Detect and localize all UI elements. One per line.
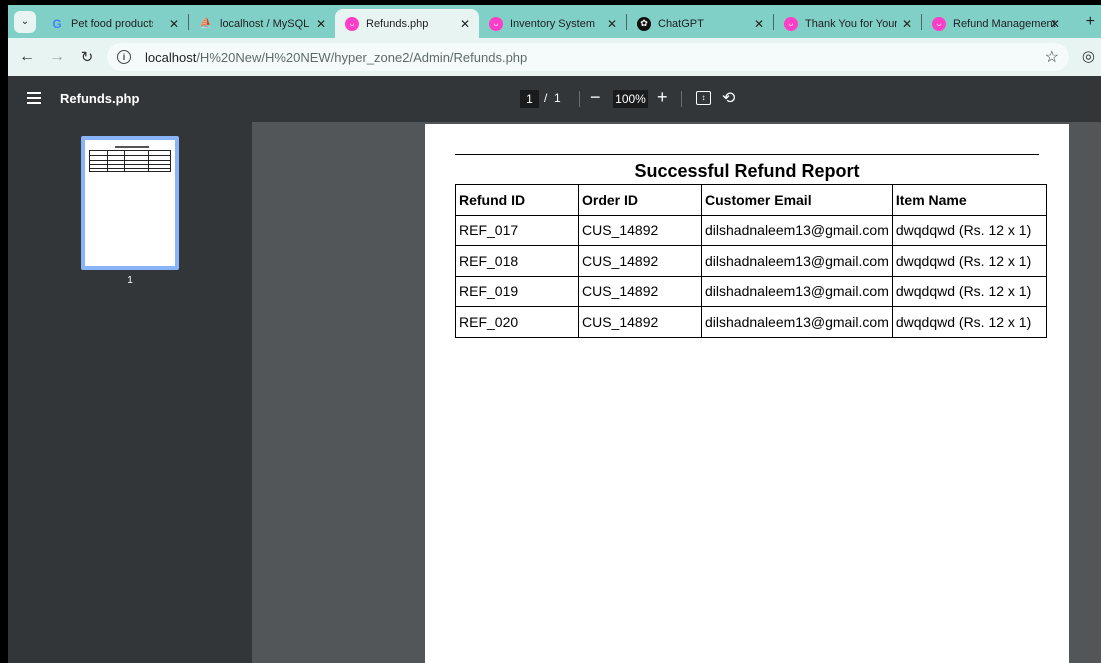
tab-chatgpt[interactable]: ✿ ChatGPT ✕ xyxy=(627,9,773,38)
pdf-file-title: Refunds.php xyxy=(60,91,140,106)
tab-title: Pet food products 4k xyxy=(71,17,153,30)
order-id-cell: CUS_14892 xyxy=(578,245,702,277)
tab-search-button[interactable]: ⌄ xyxy=(14,10,36,33)
tab-title: Thank You for Your C xyxy=(805,17,897,30)
phpmyadmin-icon: ⛵ xyxy=(199,18,213,29)
new-tab-icon[interactable]: + xyxy=(1086,13,1095,31)
refund-id-cell: REF_018 xyxy=(455,245,579,277)
refund-id-cell: REF_017 xyxy=(455,214,579,246)
pdf-toolbar: Refunds.php 1 / 1 − 100% + ↕ ⟲ xyxy=(8,76,1101,122)
close-icon[interactable]: ✕ xyxy=(754,17,764,31)
url-path: /H%20New/H%20NEW/hyper_zone2/Admin/Refun… xyxy=(196,49,528,65)
back-icon[interactable]: ← xyxy=(12,48,42,66)
close-icon[interactable]: ✕ xyxy=(1050,17,1060,31)
thumbnail-table xyxy=(89,150,171,172)
customer-email-cell: dilshadnaleem13@gmail.com xyxy=(701,245,893,277)
page-number-input[interactable]: 1 xyxy=(520,90,539,108)
close-icon[interactable]: ✕ xyxy=(460,17,470,31)
chatgpt-icon: ✿ xyxy=(637,16,651,31)
header-order-id: Order ID xyxy=(578,184,702,216)
site-info-icon[interactable]: i xyxy=(117,50,131,64)
tab-strip: ⌄ G Pet food products 4k ✕ ⛵ localhost /… xyxy=(8,5,1101,38)
bookmark-star-icon[interactable]: ☆ xyxy=(1045,47,1059,67)
tab-inventory[interactable]: ᴗ Inventory System ✕ xyxy=(479,9,626,38)
item-name-cell: dwqdqwd (Rs. 12 x 1) xyxy=(891,245,1047,277)
page-separator: / xyxy=(544,91,548,105)
table-row: REF_017 CUS_14892 dilshadnaleem13@gmail.… xyxy=(455,214,1047,246)
extension-icon[interactable]: ◎ xyxy=(1082,47,1095,65)
customer-email-cell: dilshadnaleem13@gmail.com xyxy=(701,275,893,307)
tab-refund-management[interactable]: ᴗ Refund Management ✕ xyxy=(922,9,1069,38)
pdf-viewer: Successful Refund Report Refund ID Order… xyxy=(252,122,1101,663)
close-icon[interactable]: ✕ xyxy=(316,17,326,31)
forward-icon[interactable]: → xyxy=(42,48,72,66)
rotate-icon[interactable]: ⟲ xyxy=(722,88,735,108)
item-name-cell: dwqdqwd (Rs. 12 x 1) xyxy=(891,214,1047,246)
refund-id-cell: REF_019 xyxy=(455,275,579,307)
tab-pet-food[interactable]: G Pet food products 4k ✕ xyxy=(40,9,188,38)
toolbar-divider xyxy=(579,91,580,107)
tab-phpmyadmin[interactable]: ⛵ localhost / MySQL / k ✕ xyxy=(189,9,335,38)
customer-email-cell: dilshadnaleem13@gmail.com xyxy=(701,306,893,338)
zoom-out-icon[interactable]: − xyxy=(590,87,601,108)
tab-title: Refund Management xyxy=(953,17,1056,30)
table-header-row: Refund ID Order ID Customer Email Item N… xyxy=(455,184,1047,216)
fit-page-icon[interactable]: ↕ xyxy=(696,91,711,105)
order-id-cell: CUS_14892 xyxy=(578,275,702,307)
close-icon[interactable]: ✕ xyxy=(169,17,179,31)
zoom-level-input[interactable]: 100% xyxy=(613,90,648,108)
app-icon: ᴗ xyxy=(345,16,359,31)
item-name-cell: dwqdqwd (Rs. 12 x 1) xyxy=(891,306,1047,338)
order-id-cell: CUS_14892 xyxy=(578,214,702,246)
tab-thank-you[interactable]: ᴗ Thank You for Your C ✕ xyxy=(774,9,921,38)
close-icon[interactable]: ✕ xyxy=(902,17,912,31)
header-refund-id: Refund ID xyxy=(455,184,579,216)
refund-id-cell: REF_020 xyxy=(455,306,579,338)
order-id-cell: CUS_14892 xyxy=(578,306,702,338)
pdf-page: Successful Refund Report Refund ID Order… xyxy=(425,124,1069,663)
header-item-name: Item Name xyxy=(891,184,1047,216)
close-icon[interactable]: ✕ xyxy=(607,17,617,31)
report-title: Successful Refund Report xyxy=(634,161,860,181)
thumbnail-title-line xyxy=(115,146,149,148)
google-icon: G xyxy=(52,16,62,31)
thumbnail-sidebar: 1 xyxy=(8,122,252,663)
reload-icon[interactable]: ↻ xyxy=(72,48,102,66)
header-customer-email: Customer Email xyxy=(701,184,893,216)
toolbar-divider xyxy=(681,91,682,107)
table-row: REF_019 CUS_14892 dilshadnaleem13@gmail.… xyxy=(455,275,1047,307)
title-rule xyxy=(455,154,1039,155)
app-icon: ᴗ xyxy=(489,16,503,31)
refund-table: Refund ID Order ID Customer Email Item N… xyxy=(455,184,1047,338)
item-name-cell: dwqdqwd (Rs. 12 x 1) xyxy=(891,275,1047,307)
table-row: REF_020 CUS_14892 dilshadnaleem13@gmail.… xyxy=(455,306,1047,338)
customer-email-cell: dilshadnaleem13@gmail.com xyxy=(701,214,893,246)
zoom-in-icon[interactable]: + xyxy=(657,87,668,108)
tab-refunds[interactable]: ᴗ Refunds.php ✕ xyxy=(335,9,479,38)
tab-title: Refunds.php xyxy=(366,17,429,30)
thumbnail-page-label: 1 xyxy=(127,275,133,286)
address-bar[interactable]: i localhost/H%20New/H%20NEW/hyper_zone2/… xyxy=(107,43,1069,71)
url-host: localhost xyxy=(145,49,197,65)
tab-title: localhost / MySQL / k xyxy=(220,17,312,30)
app-icon: ᴗ xyxy=(932,16,946,31)
tab-title: Inventory System xyxy=(510,17,595,30)
chevron-down-icon: ⌄ xyxy=(20,16,30,27)
tab-title: ChatGPT xyxy=(658,17,704,30)
table-row: REF_018 CUS_14892 dilshadnaleem13@gmail.… xyxy=(455,245,1047,277)
page-thumbnail[interactable] xyxy=(81,136,179,270)
browser-toolbar: ← → ↻ i localhost/H%20New/H%20NEW/hyper_… xyxy=(8,38,1101,76)
app-icon: ᴗ xyxy=(784,16,798,31)
menu-icon[interactable] xyxy=(27,92,41,107)
total-pages: 1 xyxy=(554,91,561,105)
